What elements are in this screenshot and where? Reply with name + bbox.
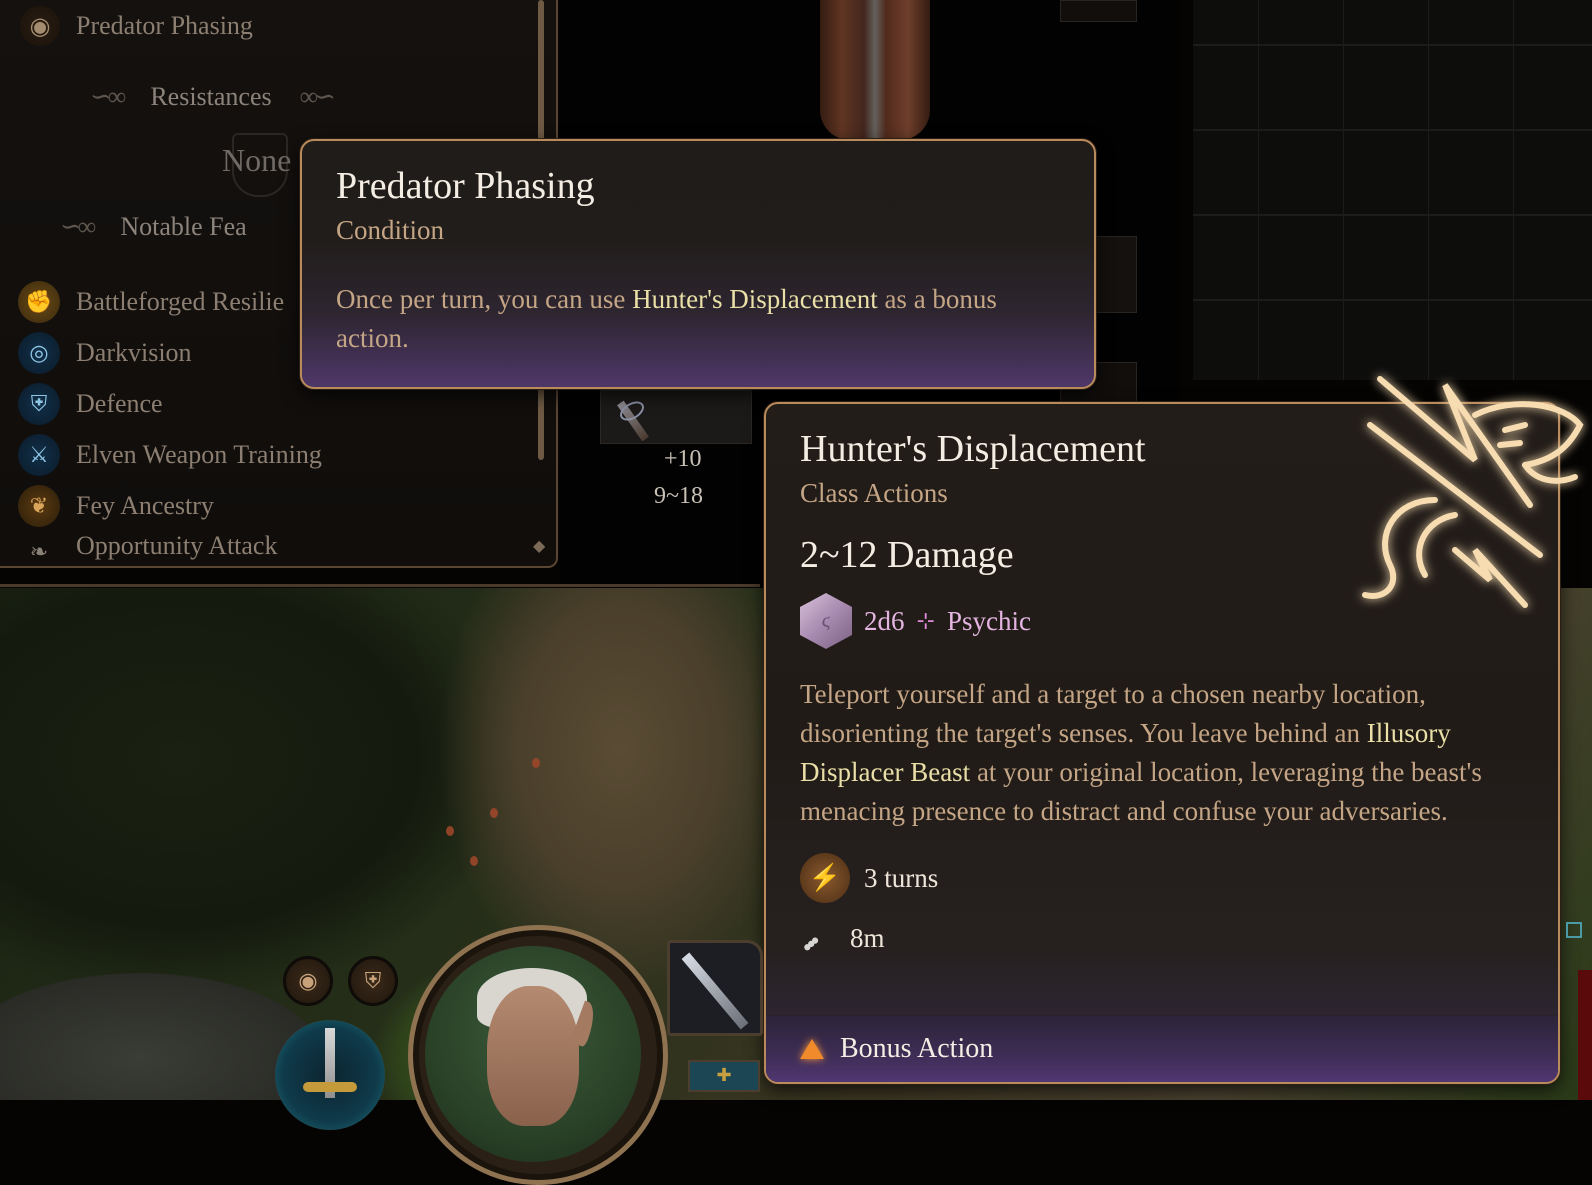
resistances-header: ∽∞ Resistances ∞∽ <box>90 82 336 112</box>
damage-range: 2~12 Damage <box>800 534 1014 576</box>
fey-tree-icon: ❦ <box>18 484 60 527</box>
feature-label: Elven Weapon Training <box>76 439 322 469</box>
psychic-icon: ⊹ <box>916 608 935 633</box>
tooltip-subtitle: Condition <box>336 215 445 245</box>
condition-tooltip: Predator Phasing Condition Once per turn… <box>300 139 1096 389</box>
mushroom <box>470 856 478 866</box>
active-condition[interactable]: ◉ Predator Phasing <box>20 6 253 46</box>
feature-battleforged-resilience[interactable]: ✊ Battleforged Resilie <box>18 276 322 327</box>
condition-predator-icon[interactable]: ◉ <box>283 956 333 1006</box>
feature-opportunity-attack[interactable]: ❧ Opportunity Attack <box>18 531 322 561</box>
displacer-beast-icon: ⚡ <box>800 853 850 903</box>
panel-divider <box>0 584 760 587</box>
hotbar-edge <box>1578 970 1592 1100</box>
mushroom <box>532 758 540 768</box>
range-row: ••• 8m <box>795 923 1524 961</box>
tooltip-description: Once per turn, you can use Hunter's Disp… <box>336 280 1060 358</box>
mushroom <box>490 808 498 818</box>
condition-label: Predator Phasing <box>76 11 253 40</box>
description-text: Once per turn, you can use <box>336 284 633 314</box>
mushroom <box>446 826 454 836</box>
ranged-weapon-slot[interactable]: ✚ <box>688 1060 760 1092</box>
damage-type: Psychic <box>946 605 1031 636</box>
feature-label: Defence <box>76 388 163 418</box>
duration-value: 3 turns <box>864 862 939 893</box>
tooltip-title: Hunter's Displacement <box>800 428 1146 470</box>
flourish-left-icon: ∽∞ <box>60 212 96 241</box>
feature-label: Darkvision <box>76 337 192 367</box>
equipment-slot[interactable] <box>1060 0 1137 22</box>
hotbar-toggle-button[interactable] <box>1566 922 1582 938</box>
defence-icon: ⛨ <box>18 382 60 425</box>
flourish-left-icon: ∽∞ <box>90 82 126 111</box>
inventory-grid[interactable] <box>1193 0 1592 380</box>
feature-defence[interactable]: ⛨ Defence <box>18 378 322 429</box>
tooltip-subtitle: Class Actions <box>800 478 948 508</box>
tooltip-title: Predator Phasing <box>336 165 595 207</box>
feature-fey-ancestry[interactable]: ❦ Fey Ancestry <box>18 480 322 531</box>
duration-row: ⚡ 3 turns <box>800 853 1524 903</box>
action-type: Bonus Action <box>840 1033 994 1064</box>
sword-icon <box>681 952 749 1030</box>
notable-features-header: ∽∞ Notable Fea <box>60 212 247 242</box>
weapon-slot[interactable] <box>600 390 752 444</box>
portrait-face <box>487 986 579 1126</box>
weapon-attack-bonus: +10 <box>664 446 702 472</box>
damage-dice-row: ϛ 2d6 ⊹ Psychic <box>800 593 1524 649</box>
bonus-action-triangle-icon <box>800 1039 824 1059</box>
condition-shield-icon[interactable]: ⛨ <box>348 956 398 1006</box>
character-portrait[interactable] <box>425 946 641 1162</box>
battleforged-icon: ✊ <box>18 280 60 323</box>
resistances-value: None <box>222 142 292 178</box>
range-value: 8m <box>850 923 885 953</box>
feature-darkvision[interactable]: ◎ Darkvision <box>18 327 322 378</box>
feature-label: Fey Ancestry <box>76 490 214 520</box>
linked-term[interactable]: Hunter's Displacement <box>632 284 878 314</box>
action-tooltip: Hunter's Displacement Class Actions 2~12… <box>764 402 1560 1084</box>
elven-weapon-icon: ⚔ <box>18 433 60 476</box>
feature-label: Opportunity Attack <box>76 531 278 560</box>
notable-features-title: Notable Fea <box>120 212 247 241</box>
weapon-damage-range: 9~18 <box>654 483 703 509</box>
feature-elven-weapon-training[interactable]: ⚔ Elven Weapon Training <box>18 429 322 480</box>
tooltip-description: Teleport yourself and a target to a chos… <box>800 675 1524 831</box>
dice-value: 2d6 <box>864 605 905 636</box>
opportunity-attack-icon: ❧ <box>29 539 49 561</box>
resistances-title: Resistances <box>150 82 272 111</box>
flourish-right-icon: ∞∽ <box>299 82 336 111</box>
feature-label: Battleforged Resilie <box>76 286 285 316</box>
character-model <box>820 0 930 140</box>
description-text: Teleport yourself and a target to a chos… <box>800 679 1426 748</box>
main-hand-weapon-slot[interactable] <box>667 940 763 1036</box>
action-cost-footer: Bonus Action <box>766 1015 1558 1082</box>
predator-eye-icon: ◉ <box>20 6 60 46</box>
scroll-down-icon[interactable]: ◆ <box>533 536 545 556</box>
darkvision-eye-icon: ◎ <box>18 331 60 374</box>
d6-die-icon: ϛ <box>800 593 852 649</box>
range-icon: ••• <box>794 928 825 961</box>
sword-hilt <box>303 1082 357 1092</box>
features-list: ✊ Battleforged Resilie ◎ Darkvision ⛨ De… <box>18 276 322 561</box>
